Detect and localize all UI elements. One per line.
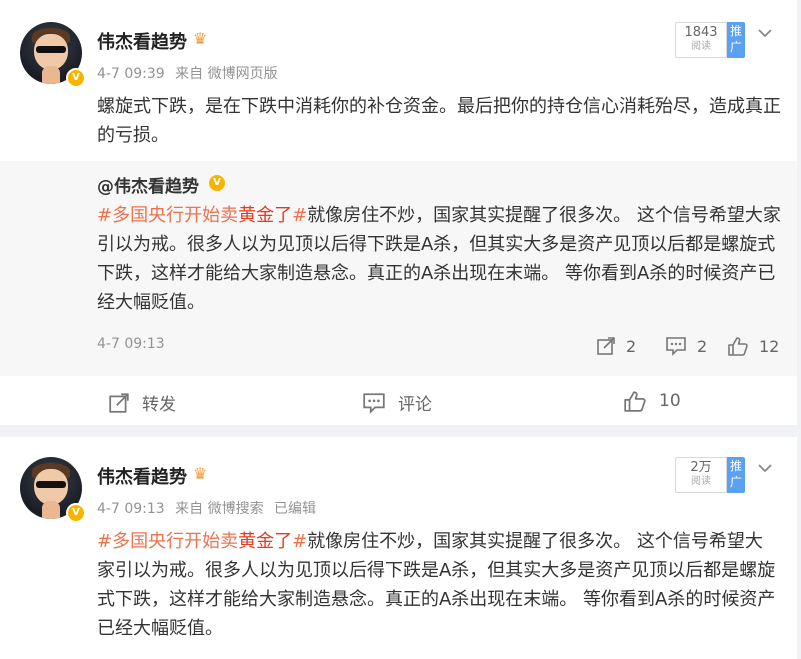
like-button[interactable]: 10	[623, 390, 681, 412]
repost-block[interactable]: @伟杰看趋势 V #多国央行开始卖黄金了#就像房住不炒，国家其实提醒了很多次。 …	[0, 161, 797, 376]
repost-like-stat[interactable]: 12	[727, 336, 779, 356]
read-count: 1843	[684, 25, 718, 40]
comment-label: 评论	[398, 395, 432, 415]
repost-author[interactable]: @伟杰看趋势	[97, 172, 199, 197]
promote-button[interactable]: 推广	[727, 457, 745, 493]
repost-like-count: 12	[759, 336, 780, 356]
thumbs-up-icon	[624, 391, 646, 412]
avatar-sunglasses	[36, 46, 66, 53]
read-label: 阅读	[691, 476, 711, 487]
promote-button[interactable]: 推广	[727, 22, 745, 58]
avatar-sunglasses	[36, 481, 66, 488]
repost-button[interactable]: 转发	[108, 390, 176, 415]
post-time[interactable]: 4-7 09:13	[97, 501, 165, 517]
share-icon	[597, 337, 615, 355]
post-text: 螺旋式下跌，是在下跌中消耗你的补仓资金。最后把你的持仓信心消耗殆尽，造成真正的亏…	[97, 96, 781, 146]
repost-comment-stat[interactable]: 2	[665, 336, 707, 356]
thumbs-up-icon	[728, 337, 748, 356]
repost-label: 转发	[142, 395, 176, 415]
post-meta: 4-7 09:13 来自 微博搜索 已编辑	[97, 498, 322, 518]
verified-badge-icon: V	[209, 175, 225, 191]
edited-label: 已编辑	[274, 501, 317, 517]
repost-text: #多国央行开始卖黄金了#就像房住不炒，国家其实提醒了很多次。 这个信号希望大家引…	[97, 201, 782, 317]
comment-icon	[666, 337, 686, 356]
post-actions-bar: 转发 评论 10	[0, 376, 797, 425]
read-label: 阅读	[691, 41, 711, 52]
weibo-post-card: V 伟杰看趋势 ♛ 4-7 09:13 来自 微博搜索 已编辑 2万 阅读 推广…	[0, 437, 797, 659]
vip-crown-icon: ♛	[193, 464, 208, 483]
author-name[interactable]: 伟杰看趋势	[97, 463, 187, 489]
read-count-box: 1843 阅读	[675, 22, 727, 58]
author-name[interactable]: 伟杰看趋势	[97, 28, 187, 54]
weibo-post-card: V 伟杰看趋势 ♛ 4-7 09:39 来自 微博网页版 1843 阅读 推广 …	[0, 0, 797, 425]
post-source: 来自 微博网页版	[175, 66, 278, 82]
verified-badge-icon: V	[66, 503, 86, 523]
repost-time[interactable]: 4-7 09:13	[97, 336, 165, 352]
read-count-box: 2万 阅读	[675, 457, 727, 493]
avatar-hands	[42, 501, 60, 519]
repost-share-stat[interactable]: 2	[596, 336, 636, 356]
vip-crown-icon: ♛	[193, 29, 208, 48]
topic-link[interactable]: #多国央行开始卖黄金了#	[97, 205, 307, 226]
post-text: #多国央行开始卖黄金了#就像房住不炒，国家其实提醒了很多次。 这个信号希望大家引…	[97, 527, 777, 643]
verified-badge-icon: V	[66, 68, 86, 88]
chevron-down-icon[interactable]	[757, 460, 773, 476]
post-meta: 4-7 09:39 来自 微博网页版	[97, 63, 284, 83]
post-source: 来自 微博搜索	[175, 501, 264, 517]
avatar-hands	[42, 66, 60, 84]
comment-button[interactable]: 评论	[362, 390, 432, 415]
comment-icon	[363, 392, 385, 414]
repost-share-count: 2	[626, 336, 637, 356]
read-count: 2万	[690, 460, 712, 475]
share-icon	[109, 392, 129, 413]
repost-comment-count: 2	[697, 336, 708, 356]
topic-link[interactable]: #多国央行开始卖黄金了#	[97, 531, 307, 552]
post-time[interactable]: 4-7 09:39	[97, 66, 165, 82]
like-count: 10	[659, 391, 681, 411]
chevron-down-icon[interactable]	[757, 25, 773, 41]
